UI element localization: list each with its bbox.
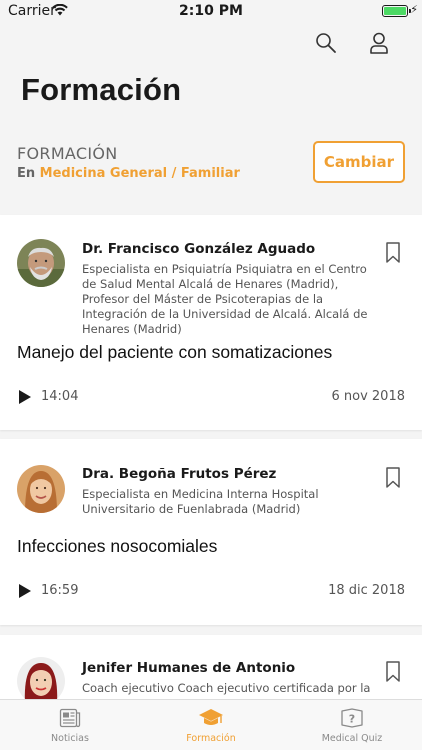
tab-bar: Noticias Formación ? Medical Quiz (0, 699, 422, 750)
page-title: Formación (21, 72, 182, 107)
search-button[interactable] (311, 28, 341, 58)
specialty-prefix: En (17, 166, 36, 181)
bookmark-icon (386, 661, 400, 682)
author-bio: Especialista en Medicina Interna Hospita… (82, 487, 319, 516)
specialty-link[interactable]: Medicina General / Familiar (40, 166, 240, 181)
duration: 14:04 (41, 389, 79, 404)
bookmark-button[interactable] (384, 241, 402, 265)
author-bio: Coach ejecutivo Coach ejecutivo certific… (82, 681, 371, 695)
tab-noticias[interactable]: Noticias (0, 700, 140, 750)
bookmark-icon (386, 467, 400, 488)
tab-label: Medical Quiz (321, 733, 383, 744)
bookmark-button[interactable] (384, 660, 402, 684)
search-icon (316, 33, 336, 53)
graduation-cap-icon (199, 709, 223, 725)
author-avatar (17, 239, 65, 287)
bookmark-icon (386, 242, 400, 263)
header: Formación FORMACIÓN En Medicina General … (0, 22, 422, 215)
play-button[interactable] (18, 389, 32, 405)
publish-date: 18 dic 2018 (328, 583, 405, 598)
quiz-icon: ? (341, 708, 363, 728)
author-name: Jenifer Humanes de Antonio (82, 660, 296, 676)
course-card[interactable]: Dra. Begoña Frutos Pérez Especialista en… (0, 439, 422, 625)
tab-label: Noticias (51, 733, 89, 744)
bookmark-button[interactable] (384, 466, 402, 490)
play-icon (19, 390, 31, 404)
course-card[interactable]: Dr. Francisco González Aguado Especialis… (0, 215, 422, 430)
charging-icon: ⚡ (410, 3, 418, 16)
tab-label: Formación (186, 733, 236, 744)
author-avatar (17, 657, 65, 705)
news-icon (59, 708, 81, 728)
status-bar: Carrier 2:10 PM ⚡ (0, 0, 422, 22)
author-avatar (17, 465, 65, 513)
course-title[interactable]: Manejo del paciente con somatizaciones (17, 342, 332, 363)
change-specialty-button[interactable]: Cambiar (313, 141, 405, 183)
author-bio: Especialista en Psiquiatría Psiquiatra e… (82, 262, 368, 336)
user-icon (370, 32, 388, 54)
author-name: Dr. Francisco González Aguado (82, 241, 316, 257)
tab-medical-quiz[interactable]: ? Medical Quiz (282, 700, 422, 750)
course-title[interactable]: Infecciones nosocomiales (17, 536, 217, 557)
section-label: FORMACIÓN (17, 144, 118, 163)
author-name: Dra. Begoña Frutos Pérez (82, 466, 277, 482)
play-button[interactable] (18, 583, 32, 599)
tab-formacion[interactable]: Formación (141, 700, 281, 750)
battery-icon (382, 5, 411, 17)
profile-button[interactable] (364, 28, 394, 58)
clock: 2:10 PM (179, 3, 243, 19)
specialty-line: En Medicina General / Familiar (17, 166, 240, 181)
svg-text:?: ? (349, 713, 355, 726)
duration: 16:59 (41, 583, 79, 598)
play-icon (19, 584, 31, 598)
publish-date: 6 nov 2018 (331, 389, 405, 404)
